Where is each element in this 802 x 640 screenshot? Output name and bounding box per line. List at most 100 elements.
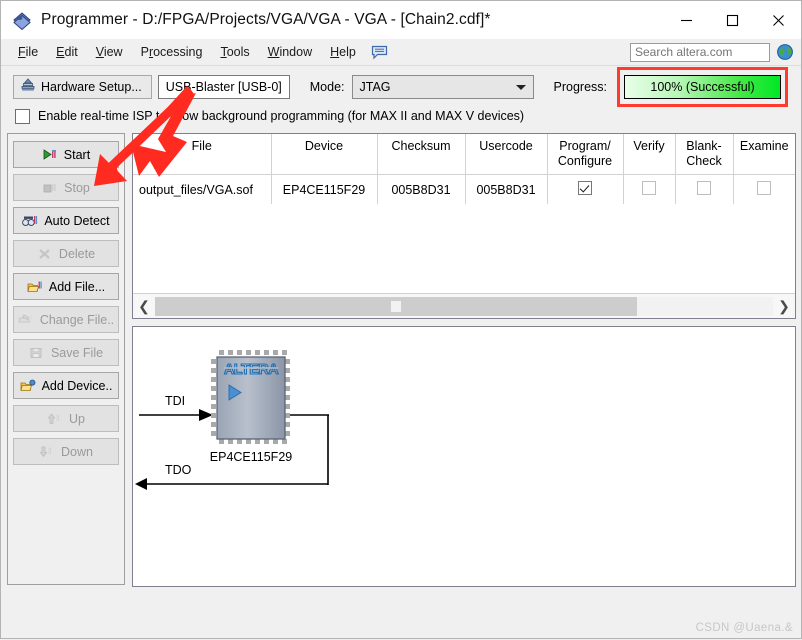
programmer-window: Programmer - D:/FPGA/Projects/VGA/VGA - … <box>0 0 802 639</box>
device-table: File Device Checksum Usercode Program/ C… <box>133 134 795 204</box>
altera-logo-text: ALTERA <box>224 362 279 378</box>
mode-select[interactable]: JTAG <box>351 75 534 99</box>
realtime-isp-checkbox[interactable] <box>15 108 30 124</box>
table-row[interactable]: output_files/VGA.sof EP4CE115F29 005B8D3… <box>133 174 795 204</box>
maximize-button[interactable] <box>709 1 755 39</box>
device-table-panel: File Device Checksum Usercode Program/ C… <box>132 133 796 319</box>
menu-help[interactable]: Help <box>321 42 365 62</box>
delete-button[interactable]: Delete <box>13 240 119 267</box>
chevron-right-icon[interactable]: ❯ <box>773 295 795 318</box>
cell-verify[interactable] <box>623 174 676 204</box>
cell-device: EP4CE115F29 <box>271 174 378 204</box>
minimize-button[interactable] <box>663 1 709 39</box>
auto-detect-label: Auto Detect <box>44 213 110 228</box>
hardware-setup-label: Hardware Setup... <box>41 80 142 94</box>
col-header-program-configure[interactable]: Program/ Configure <box>547 134 624 175</box>
globe-icon[interactable] <box>776 43 794 61</box>
speech-bubble-icon[interactable] <box>371 45 388 60</box>
up-arrow-icon <box>47 411 64 426</box>
cell-program-configure[interactable] <box>547 174 624 204</box>
search-area <box>630 42 801 62</box>
stop-button[interactable]: Stop <box>13 174 119 201</box>
auto-detect-icon <box>22 213 39 228</box>
change-file-label: Change File.. <box>39 312 115 327</box>
table-horizontal-scrollbar[interactable]: ❮ ❯ <box>133 293 795 318</box>
cell-blank-check[interactable] <box>675 174 734 204</box>
tdo-label-text: TDO <box>165 463 192 477</box>
scrollbar-track[interactable] <box>155 296 773 316</box>
window-title: Programmer - D:/FPGA/Projects/VGA/VGA - … <box>41 11 491 28</box>
content-column: File Device Checksum Usercode Program/ C… <box>132 133 796 587</box>
chevron-left-icon[interactable]: ❮ <box>133 295 155 318</box>
col-header-file[interactable]: File <box>133 134 272 175</box>
col-header-device[interactable]: Device <box>271 134 378 175</box>
change-file-icon <box>18 312 35 327</box>
delete-label: Delete <box>58 246 96 261</box>
add-file-icon <box>27 279 44 294</box>
start-icon <box>42 147 59 162</box>
menu-bar: FFileile Edit View Processing Tools Wind… <box>1 39 801 65</box>
delete-icon <box>37 246 54 261</box>
move-up-button[interactable]: Up <box>13 405 119 432</box>
move-up-label: Up <box>69 411 85 426</box>
progress-area: 100% (Successful) <box>617 67 789 107</box>
close-button[interactable] <box>755 1 801 39</box>
menu-edit[interactable]: Edit <box>47 42 87 62</box>
col-header-program-line1: Program/ <box>559 139 611 153</box>
search-input[interactable] <box>630 42 770 62</box>
save-file-label: Save File <box>50 345 104 360</box>
move-down-label: Down <box>61 444 93 459</box>
auto-detect-button[interactable]: Auto Detect <box>13 207 119 234</box>
change-file-button[interactable]: Change File.. <box>13 306 119 333</box>
chain-diagram-svg: ALTERA TDI TDO EP4CE115F29 <box>135 350 329 490</box>
program-configure-checkbox[interactable] <box>578 181 592 195</box>
start-button[interactable]: Start <box>13 141 119 168</box>
jtag-chain-diagram[interactable]: ALTERA TDI TDO EP4CE115F29 <box>132 326 796 587</box>
col-header-blank-line1: Blank- <box>686 139 722 153</box>
col-header-usercode[interactable]: Usercode <box>465 134 548 175</box>
add-file-button[interactable]: Add File... <box>13 273 119 300</box>
tdi-label-text: TDI <box>165 394 185 408</box>
add-device-button[interactable]: Add Device.. <box>13 372 119 399</box>
action-sidebar: Start Stop Auto Detect Delete Add File..… <box>7 133 125 585</box>
chevron-down-icon <box>515 85 526 90</box>
save-file-button[interactable]: Save File <box>13 339 119 366</box>
stop-icon <box>42 180 59 195</box>
start-label: Start <box>63 147 91 162</box>
blank-check-checkbox[interactable] <box>697 181 711 195</box>
add-device-icon <box>20 378 37 393</box>
scrollbar-thumb[interactable] <box>155 296 638 316</box>
examine-checkbox[interactable] <box>757 181 772 195</box>
col-header-program-line2: Configure <box>557 154 613 168</box>
watermark: CSDN @Uaena.& <box>695 622 793 634</box>
table-header-row: File Device Checksum Usercode Program/ C… <box>133 134 795 175</box>
down-arrow-icon <box>39 444 56 459</box>
col-header-blank-check[interactable]: Blank- Check <box>675 134 734 175</box>
hardware-value-field[interactable]: USB-Blaster [USB-0] <box>157 75 290 99</box>
hardware-setup-button[interactable]: Hardware Setup... <box>13 75 152 99</box>
main-body: Start Stop Auto Detect Delete Add File..… <box>1 133 801 593</box>
mode-value: JTAG <box>359 80 391 94</box>
mode-label: Mode: <box>309 80 345 94</box>
verify-checkbox[interactable] <box>642 181 656 195</box>
hardware-value-text: USB-Blaster [USB-0] <box>165 80 282 94</box>
realtime-isp-label: Enable real-time ISP to allow background… <box>38 109 525 123</box>
menu-window[interactable]: Window <box>259 42 321 62</box>
chip-device-label: EP4CE115F29 <box>210 450 293 464</box>
menu-tools[interactable]: Tools <box>211 42 258 62</box>
hardware-row: Hardware Setup... USB-Blaster [USB-0] Mo… <box>1 67 801 107</box>
cell-usercode: 005B8D31 <box>465 174 548 204</box>
cell-examine[interactable] <box>733 174 795 204</box>
col-header-examine[interactable]: Examine <box>733 134 795 175</box>
menu-processing[interactable]: Processing <box>132 42 212 62</box>
app-icon <box>11 9 33 31</box>
stop-label: Stop <box>64 180 90 195</box>
progress-highlight-box <box>617 67 789 107</box>
col-header-checksum[interactable]: Checksum <box>377 134 466 175</box>
menu-file[interactable]: FFileile <box>9 42 47 62</box>
progress-label: Progress: <box>553 80 608 94</box>
window-controls <box>663 1 801 39</box>
move-down-button[interactable]: Down <box>13 438 119 465</box>
menu-view[interactable]: View <box>87 42 132 62</box>
col-header-verify[interactable]: Verify <box>623 134 676 175</box>
